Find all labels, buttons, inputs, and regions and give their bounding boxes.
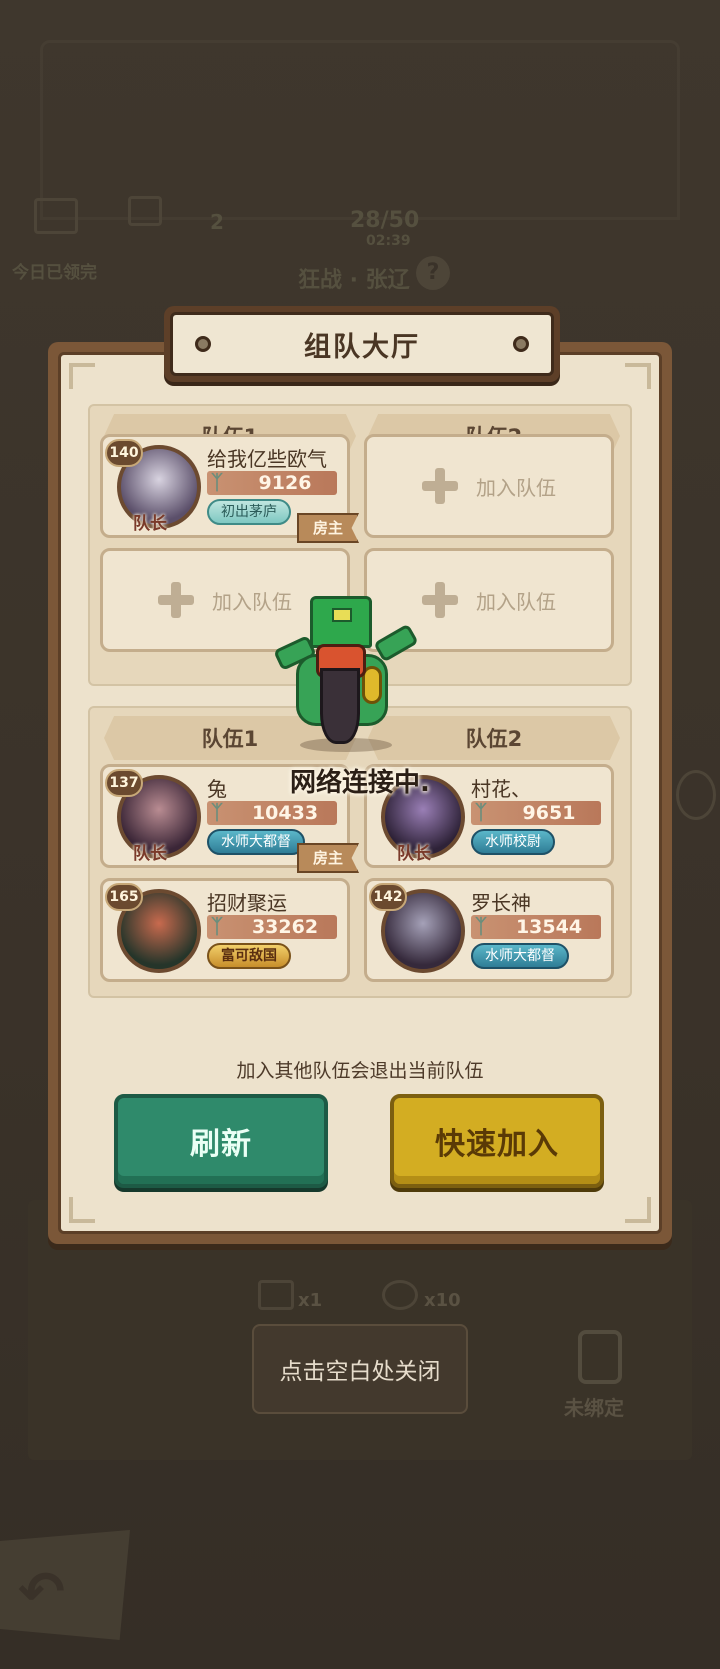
join-team-label: 加入队伍 (476, 589, 556, 614)
level-badge: 142 (369, 883, 407, 911)
player-slot[interactable]: 165 招财聚运 ᛉ 33262 富可敌国 (100, 878, 350, 982)
title-badge: 初出茅庐 (207, 499, 291, 525)
claimed-label: 今日已领完 (12, 263, 97, 283)
title-plate: 组队大厅 (164, 306, 560, 382)
loading-text: 网络连接中. (290, 768, 430, 798)
level-badge: 140 (105, 439, 143, 467)
panel-corner-decoration (625, 363, 651, 389)
join-team-slot[interactable]: 加入队伍 (364, 434, 614, 538)
unbound-label: 未绑定 (564, 1396, 624, 1420)
join-team-label: 加入队伍 (476, 475, 556, 500)
loading-character-icon (273, 596, 419, 754)
card-item-icon (258, 1280, 294, 1310)
leader-tag: 队长 (397, 844, 431, 864)
back-arrow-icon: ↶ (18, 1560, 65, 1625)
battle-label: 狂战 · 张辽 (298, 268, 410, 293)
item-count: x1 (298, 1290, 323, 1311)
timer-value: 02:39 (366, 233, 411, 249)
ticket-icon (128, 196, 162, 226)
player-name: 给我亿些欧气 (207, 447, 327, 471)
level-badge: 137 (105, 769, 143, 797)
panel-corner-decoration (625, 1197, 651, 1223)
panel-corner-decoration (69, 1197, 95, 1223)
player-slot[interactable]: 142 罗长神 ᛉ 13544 水师大都督 (364, 878, 614, 982)
question-icon[interactable]: ? (416, 256, 450, 290)
level-badge: 165 (105, 883, 143, 911)
rivet-icon (195, 336, 211, 352)
background-building (40, 40, 680, 220)
lock-icon (578, 1330, 622, 1384)
rivet-icon (513, 336, 529, 352)
power-icon: ᛉ (211, 470, 223, 494)
page-title: 组队大厅 (304, 331, 420, 363)
quick-join-button[interactable]: 快速加入 (390, 1094, 604, 1188)
leader-tag: 队长 (133, 514, 167, 534)
power-value: 33262 (251, 916, 319, 938)
leader-tag: 队长 (133, 844, 167, 864)
power-value: 13544 (515, 916, 583, 938)
side-button-icon (676, 770, 716, 820)
close-hint-button[interactable]: 点击空白处关闭 (252, 1324, 468, 1414)
panel-corner-decoration (69, 363, 95, 389)
player-name: 招财聚运 (207, 891, 287, 915)
plus-icon (422, 582, 458, 618)
progress-value: 28/50 (350, 208, 420, 233)
card-icon (34, 198, 78, 234)
power-icon: ᛉ (475, 914, 487, 938)
refresh-button[interactable]: 刷新 (114, 1094, 328, 1188)
power-icon: ᛉ (475, 800, 487, 824)
item-count: x10 (424, 1290, 461, 1311)
title-badge: 水师大都督 (471, 943, 569, 969)
title-badge: 富可敌国 (207, 943, 291, 969)
title-badge: 水师大都督 (207, 829, 305, 855)
host-tag: 房主 (297, 843, 359, 873)
count-value: 2 (210, 210, 224, 234)
plus-icon (422, 468, 458, 504)
power-icon: ᛉ (211, 914, 223, 938)
power-icon: ᛉ (211, 800, 223, 824)
plus-icon (158, 582, 194, 618)
host-tag: 房主 (297, 513, 359, 543)
power-value: 9126 (258, 472, 312, 494)
coin-item-icon (382, 1280, 418, 1310)
team-switch-notice: 加入其他队伍会退出当前队伍 (236, 1060, 484, 1082)
title-badge: 水师校尉 (471, 829, 555, 855)
player-slot[interactable]: 140 队长 给我亿些欧气 ᛉ 9126 初出茅庐 房主 (100, 434, 359, 543)
player-name: 罗长神 (471, 891, 531, 915)
power-value: 9651 (522, 802, 576, 824)
player-name: 兔 (207, 777, 227, 801)
power-value: 10433 (251, 802, 319, 824)
